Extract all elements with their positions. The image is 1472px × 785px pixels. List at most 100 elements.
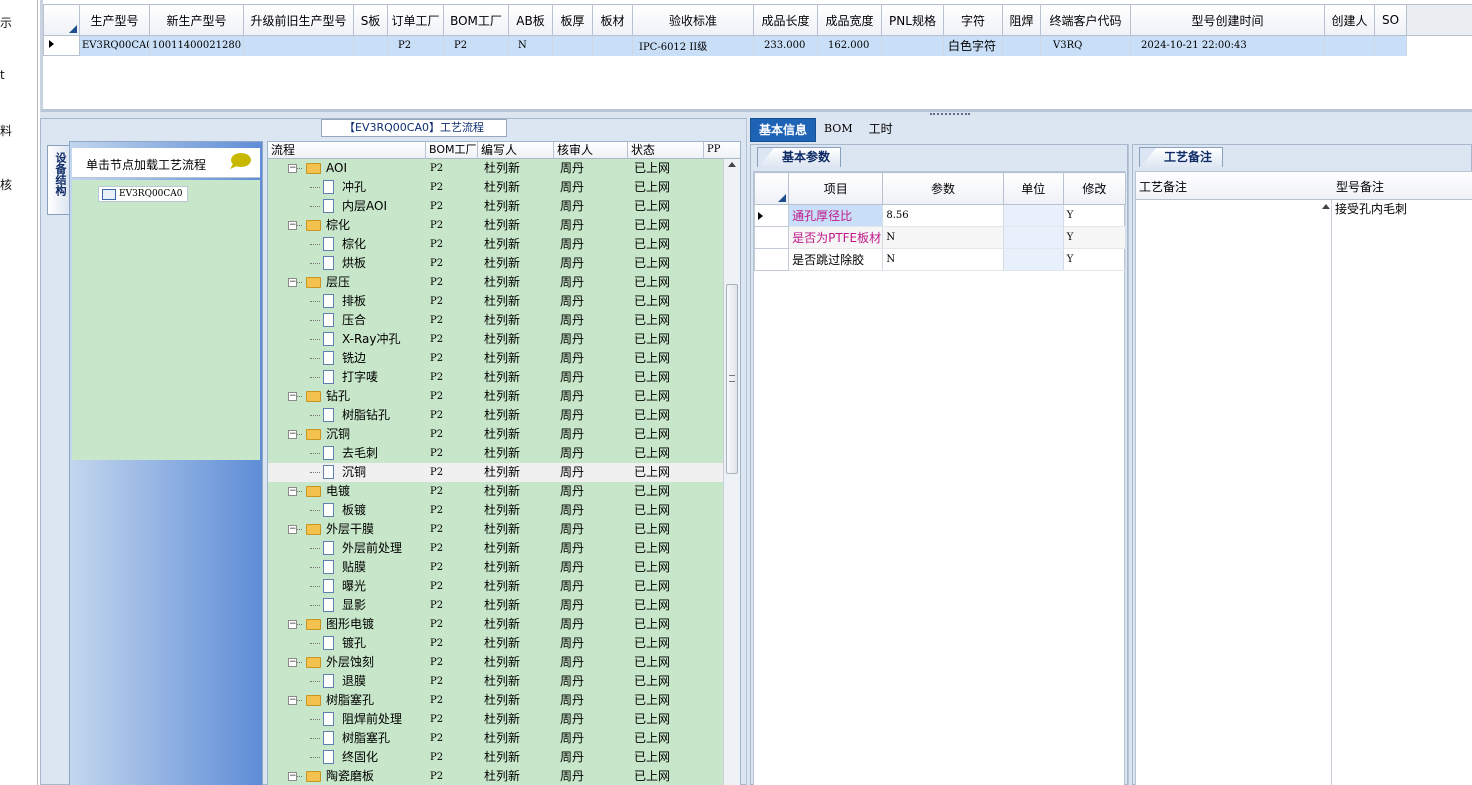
tree-row[interactable]: 终固化 P2 杜列新 周丹 已上网 — [268, 748, 724, 767]
row-indicator[interactable] — [753, 248, 790, 271]
tree-row[interactable]: 压合 P2 杜列新 周丹 已上网 — [268, 311, 724, 330]
collapse-icon[interactable]: − — [288, 392, 297, 401]
grid-corner[interactable] — [43, 4, 80, 36]
cell-unit[interactable] — [1003, 204, 1064, 227]
table-row[interactable]: 是否跳过除胶 N Y — [753, 248, 1127, 271]
col-header[interactable]: 型号创建时间 — [1130, 4, 1325, 36]
tree-row[interactable]: − 电镀 P2 杜列新 周丹 已上网 — [268, 482, 724, 501]
cell[interactable] — [552, 35, 593, 56]
col-header-modify[interactable]: 修改 — [1062, 172, 1127, 205]
tree-row[interactable]: 树脂塞孔 P2 杜列新 周丹 已上网 — [268, 729, 724, 748]
equipment-tree-node[interactable]: EV3RQ00CA0 — [98, 186, 188, 202]
tree-row[interactable]: 退膜 P2 杜列新 周丹 已上网 — [268, 672, 724, 691]
cell[interactable]: 10011400021280 — [149, 35, 244, 56]
tree-row[interactable]: − 层压 P2 杜列新 周丹 已上网 — [268, 273, 724, 292]
row-indicator[interactable] — [43, 35, 80, 56]
cell[interactable]: P2 — [387, 35, 444, 56]
cell[interactable] — [1002, 35, 1041, 56]
tab-basic-info[interactable]: 基本信息 — [750, 118, 817, 142]
col-header[interactable]: 字符 — [943, 4, 1003, 36]
table-row[interactable]: 通孔厚径比 8.56 Y — [753, 204, 1127, 227]
tree-row[interactable]: − AOI P2 杜列新 周丹 已上网 — [268, 159, 724, 178]
cell[interactable] — [353, 35, 388, 56]
col-header[interactable]: 生产型号 — [79, 4, 150, 36]
cell-value[interactable]: 8.56 — [882, 204, 1004, 227]
notes-col-header-process[interactable]: 工艺备注 — [1139, 178, 1187, 195]
tree-row[interactable]: − 外层干膜 P2 杜列新 周丹 已上网 — [268, 520, 724, 539]
col-header[interactable]: 订单工厂 — [387, 4, 444, 36]
row-indicator[interactable] — [753, 204, 790, 227]
tree-row[interactable]: X-Ray冲孔 P2 杜列新 周丹 已上网 — [268, 330, 724, 349]
nav-item-4[interactable]: 核 — [0, 176, 12, 193]
scrollbar-thumb[interactable] — [726, 284, 738, 474]
row-indicator[interactable] — [753, 226, 790, 249]
col-header[interactable]: 升级前旧生产型号 — [243, 4, 354, 36]
cell[interactable] — [592, 35, 633, 56]
process-notes-textarea[interactable] — [1136, 200, 1332, 785]
col-header-writer[interactable]: 编写人 — [478, 142, 554, 159]
tree-row[interactable]: 阻焊前处理 P2 杜列新 周丹 已上网 — [268, 710, 724, 729]
cell[interactable]: 白色字符 — [943, 35, 1003, 56]
col-header[interactable]: 验收标准 — [632, 4, 754, 36]
collapse-icon[interactable]: − — [288, 164, 297, 173]
collapse-icon[interactable]: − — [288, 221, 297, 230]
tree-row[interactable]: − 外层蚀刻 P2 杜列新 周丹 已上网 — [268, 653, 724, 672]
cell-modify[interactable]: Y — [1063, 248, 1127, 271]
col-header[interactable]: 板材 — [592, 4, 633, 36]
col-header-param[interactable]: 参数 — [882, 172, 1004, 205]
col-header[interactable]: AB板 — [508, 4, 553, 36]
col-header[interactable]: 终端客户代码 — [1040, 4, 1131, 36]
collapse-icon[interactable]: − — [288, 772, 297, 781]
tree-row[interactable]: − 沉铜 P2 杜列新 周丹 已上网 — [268, 425, 724, 444]
col-header-item[interactable]: 项目 — [788, 172, 884, 205]
tree-row[interactable]: − 陶瓷磨板 P2 杜列新 周丹 已上网 — [268, 767, 724, 785]
cell-modify[interactable]: Y — [1063, 226, 1127, 249]
collapse-icon[interactable]: − — [288, 620, 297, 629]
col-header[interactable]: 阻焊 — [1002, 4, 1041, 36]
tree-row[interactable]: 排板 P2 杜列新 周丹 已上网 — [268, 292, 724, 311]
cell[interactable]: V3RQ — [1040, 35, 1131, 56]
tab-process-notes[interactable]: 工艺备注 — [1139, 147, 1224, 168]
collapse-icon[interactable]: − — [288, 696, 297, 705]
nav-item-1[interactable]: 示 — [0, 14, 12, 31]
cell-unit[interactable] — [1003, 226, 1064, 249]
cell-modify[interactable]: Y — [1063, 204, 1127, 227]
tab-bom[interactable]: BOM — [816, 118, 861, 142]
tree-row[interactable]: 去毛刺 P2 杜列新 周丹 已上网 — [268, 444, 724, 463]
col-header[interactable]: 创建人 — [1324, 4, 1375, 36]
cell[interactable]: IPC-6012 II级 — [632, 35, 754, 56]
tab-basic-params[interactable]: 基本参数 — [757, 147, 842, 168]
tree-row[interactable]: 烘板 P2 杜列新 周丹 已上网 — [268, 254, 724, 273]
tree-row[interactable]: 镀孔 P2 杜列新 周丹 已上网 — [268, 634, 724, 653]
nav-item-2[interactable]: t — [0, 68, 5, 82]
cell[interactable] — [1374, 35, 1407, 56]
col-header[interactable]: BOM工厂 — [443, 4, 509, 36]
col-header-pp[interactable]: PP — [704, 142, 740, 159]
cell[interactable] — [881, 35, 944, 56]
col-header[interactable]: 新生产型号 — [149, 4, 244, 36]
tree-row[interactable]: − 棕化 P2 杜列新 周丹 已上网 — [268, 216, 724, 235]
cell-value[interactable]: N — [882, 226, 1004, 249]
tree-row[interactable]: 外层前处理 P2 杜列新 周丹 已上网 — [268, 539, 724, 558]
tree-row[interactable]: 铣边 P2 杜列新 周丹 已上网 — [268, 349, 724, 368]
model-notes-textarea[interactable]: 接受孔内毛刺 — [1332, 200, 1472, 785]
tree-row[interactable]: 板镀 P2 杜列新 周丹 已上网 — [268, 501, 724, 520]
tree-row[interactable]: 冲孔 P2 杜列新 周丹 已上网 — [268, 178, 724, 197]
col-header[interactable]: 板厚 — [552, 4, 593, 36]
tree-row[interactable]: − 树脂塞孔 P2 杜列新 周丹 已上网 — [268, 691, 724, 710]
params-grid-corner[interactable] — [753, 172, 790, 205]
tree-row[interactable]: 显影 P2 杜列新 周丹 已上网 — [268, 596, 724, 615]
collapse-icon[interactable]: − — [288, 525, 297, 534]
cell-item[interactable]: 是否跳过除胶 — [788, 248, 884, 271]
scroll-up-icon[interactable] — [728, 162, 736, 167]
cell[interactable]: N — [508, 35, 553, 56]
tree-row[interactable]: − 图形电镀 P2 杜列新 周丹 已上网 — [268, 615, 724, 634]
nav-item-3[interactable]: 料 — [0, 122, 12, 139]
col-header-process[interactable]: 流程 — [268, 142, 426, 159]
cell[interactable]: 162.000 — [817, 35, 882, 56]
col-header-unit[interactable]: 单位 — [1002, 172, 1064, 205]
tree-row[interactable]: 内层AOI P2 杜列新 周丹 已上网 — [268, 197, 724, 216]
cell[interactable]: EV3RQ00CA0 — [79, 35, 150, 56]
col-header-bom-factory[interactable]: BOM工厂 — [426, 142, 478, 159]
cell-value[interactable]: N — [882, 248, 1004, 271]
